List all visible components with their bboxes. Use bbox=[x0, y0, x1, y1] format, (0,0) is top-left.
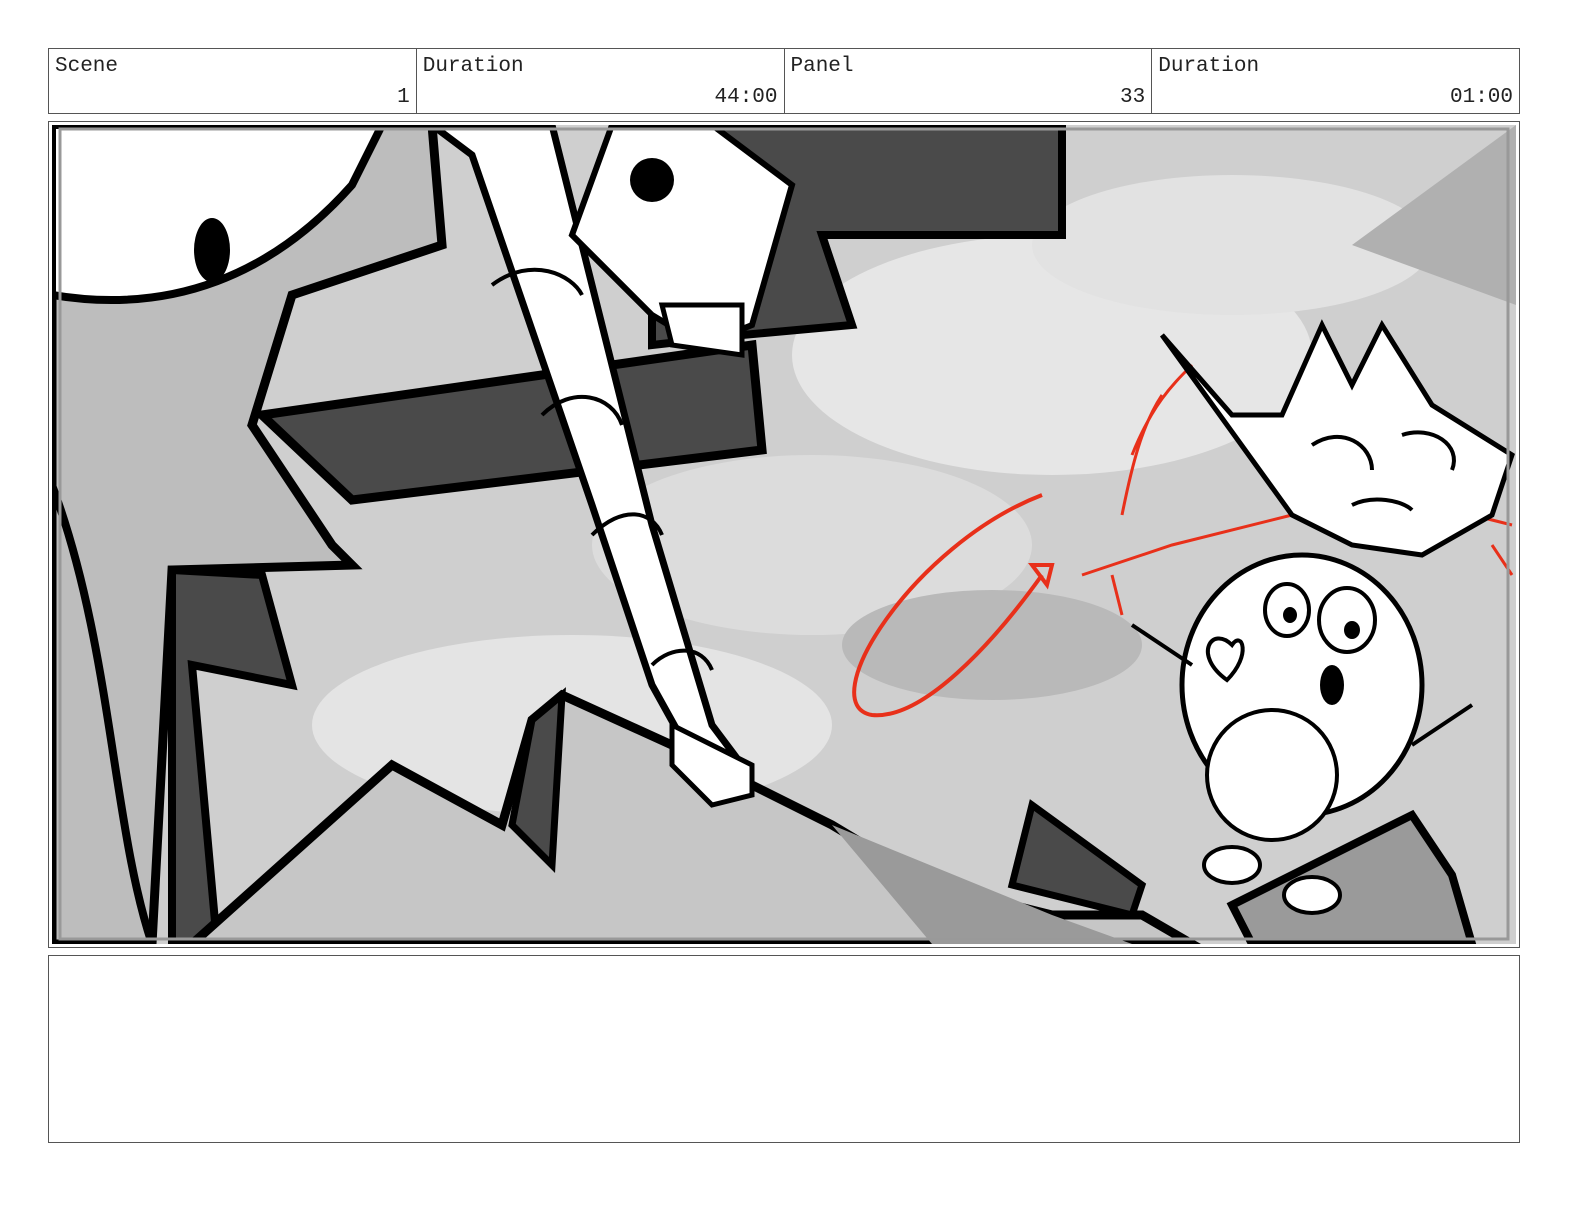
storyboard-panel-frame bbox=[48, 121, 1520, 948]
creature-pupil bbox=[1344, 621, 1360, 639]
scene-duration-label: Duration bbox=[422, 55, 524, 78]
creature-foot bbox=[1202, 845, 1262, 885]
scene-cell: Scene 1 bbox=[49, 49, 417, 113]
creature-mouth bbox=[1320, 665, 1344, 705]
panel-cell: Panel 33 bbox=[785, 49, 1153, 113]
scene-duration-cell: Duration 44:00 bbox=[417, 49, 785, 113]
scene-duration-value: 44:00 bbox=[714, 86, 778, 109]
scene-number: 1 bbox=[397, 86, 410, 109]
scene-label: Scene bbox=[55, 55, 119, 78]
creature-foot bbox=[1282, 875, 1342, 915]
top-figure-eye bbox=[630, 158, 674, 202]
top-figure-hand bbox=[658, 302, 745, 358]
panel-duration-label: Duration bbox=[1158, 55, 1260, 78]
creature-pupil bbox=[1283, 607, 1297, 623]
round-creature-belly bbox=[1205, 708, 1339, 842]
panel-drawing bbox=[52, 125, 1516, 944]
creature-eye bbox=[1317, 586, 1377, 654]
panel-artwork bbox=[52, 125, 1516, 944]
cloud-shadow bbox=[842, 590, 1142, 700]
panel-duration-value: 01:00 bbox=[1449, 86, 1513, 109]
giant-eye bbox=[194, 218, 230, 282]
panel-label: Panel bbox=[790, 55, 854, 78]
panel-duration-cell: Duration 01:00 bbox=[1152, 49, 1519, 113]
panel-number: 33 bbox=[1120, 86, 1146, 109]
storyboard-header: Scene 1 Duration 44:00 Panel 33 Duration… bbox=[48, 48, 1520, 114]
panel-notes-box[interactable] bbox=[48, 955, 1520, 1143]
